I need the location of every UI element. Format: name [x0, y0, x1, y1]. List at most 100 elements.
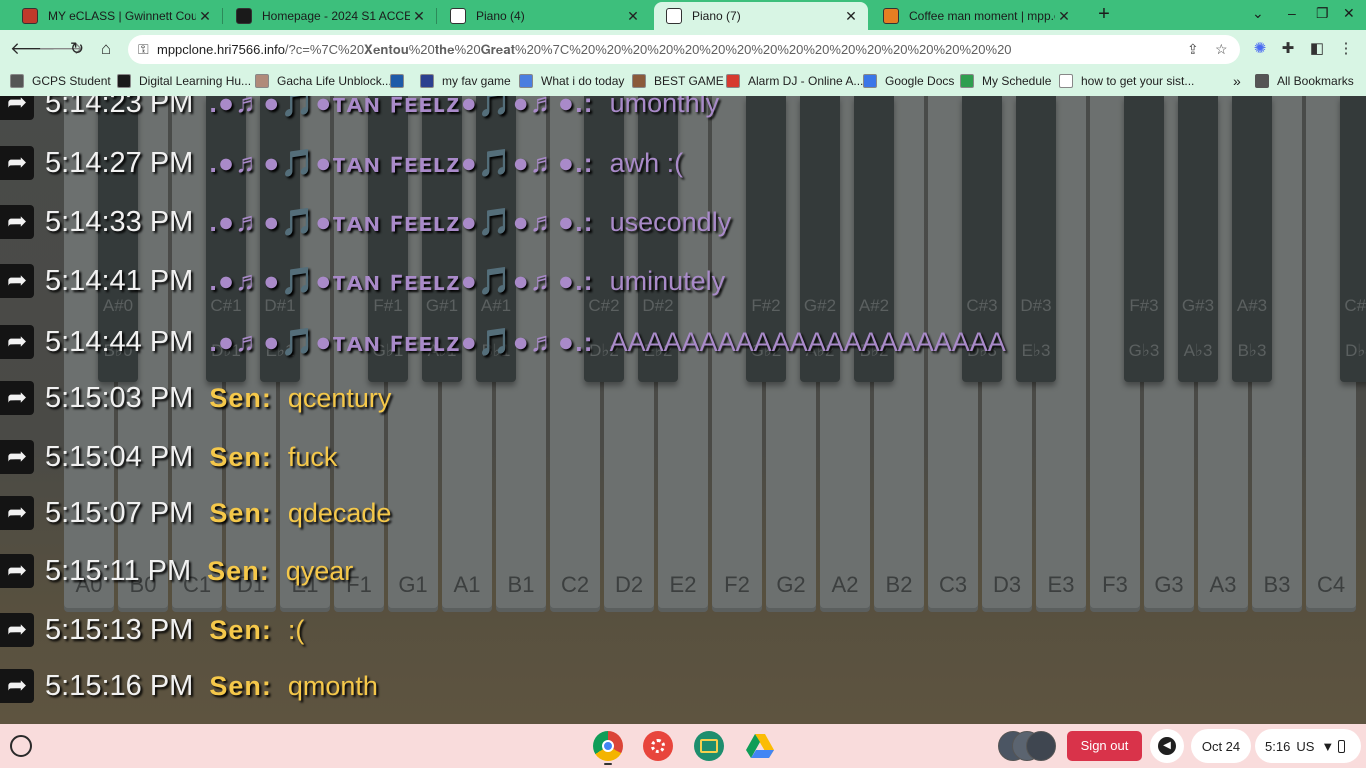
message-text: qyear: [285, 555, 354, 586]
bookmark-favicon-icon: [960, 74, 974, 88]
bookmark-star-icon[interactable]: ☆: [1215, 41, 1228, 58]
share-icon[interactable]: ⇪: [1187, 41, 1199, 58]
tab-2[interactable]: Homepage - 2024 S1 ACCELER✕: [224, 2, 436, 30]
message-time: 5:15:11 PM: [45, 554, 192, 587]
bookmark-favicon-icon: [10, 74, 24, 88]
tab-5[interactable]: Coffee man moment | mpp.com✕: [871, 2, 1081, 30]
reply-arrow-icon[interactable]: ➦: [0, 96, 34, 120]
forward-icon[interactable]: 🡒: [38, 39, 84, 59]
bookmarks-overflow-icon[interactable]: »: [1233, 73, 1241, 89]
tab-separator: [222, 8, 223, 24]
message-text: AAAAAAAAAAAAAAAAAAAAAA: [609, 326, 1006, 357]
bookmark-item[interactable]: GCPS Student: [10, 73, 111, 89]
tab-close-icon[interactable]: ✕: [196, 8, 214, 25]
tab-4[interactable]: Piano (7) ✕: [654, 2, 868, 30]
tab-title: Piano (4): [476, 9, 525, 23]
bookmark-item[interactable]: Google Docs: [863, 73, 954, 89]
date-text: Oct 24: [1201, 738, 1241, 754]
reply-arrow-icon[interactable]: ➦: [0, 669, 34, 703]
message-text: qmonth: [287, 670, 378, 701]
bookmark-item[interactable]: Gacha Life Unblock...: [255, 73, 392, 89]
menu-kebab-icon[interactable]: ⋮: [1337, 40, 1355, 58]
side-panel-icon[interactable]: ◧: [1308, 40, 1326, 58]
classroom-icon[interactable]: [694, 731, 724, 761]
drive-icon[interactable]: [745, 731, 775, 761]
sign-out-button[interactable]: Sign out: [1067, 731, 1142, 761]
reply-arrow-icon[interactable]: ➦: [0, 325, 34, 359]
launcher-icon[interactable]: [10, 735, 32, 757]
bookmark-label: Gacha Life Unblock...: [277, 74, 392, 88]
bookmark-item[interactable]: how to get your sist...: [1059, 73, 1194, 89]
reply-arrow-icon[interactable]: ➦: [0, 554, 34, 588]
bookmark-item[interactable]: Alarm DJ - Online A...: [726, 73, 863, 89]
reply-arrow-icon[interactable]: ➦: [0, 264, 34, 298]
bookmark-item[interactable]: My Schedule: [960, 73, 1051, 89]
tab-favicon-icon: [236, 8, 252, 24]
message-author[interactable]: Sen:: [207, 556, 270, 587]
active-app-indicator: [604, 763, 612, 765]
restore-icon[interactable]: ❐: [1316, 5, 1329, 22]
bookmark-item[interactable]: my fav game: [420, 73, 511, 89]
wifi-icon: ▼: [1321, 738, 1335, 754]
message-author[interactable]: .●♬●🎵●ᴛᴀɴ ꜰᴇᴇʟᴢ●🎵●♬●.:: [209, 206, 593, 238]
reply-arrow-icon[interactable]: ➦: [0, 146, 34, 180]
bookmark-favicon-icon: [390, 74, 404, 88]
tab-close-icon[interactable]: ✕: [1055, 8, 1073, 25]
message-author[interactable]: .●♬●🎵●ᴛᴀɴ ꜰᴇᴇʟᴢ●🎵●♬●.:: [209, 96, 593, 119]
all-bookmarks[interactable]: All Bookmarks: [1255, 73, 1354, 89]
bookmark-item[interactable]: BEST GAME: [632, 73, 724, 89]
new-tab-button[interactable]: +: [1094, 4, 1114, 24]
bookmark-label: how to get your sist...: [1081, 74, 1195, 88]
site-info-icon[interactable]: ⚿: [138, 41, 149, 58]
message-time: 5:14:33 PM: [45, 205, 194, 238]
close-window-icon[interactable]: ✕: [1343, 5, 1355, 22]
bookmark-item[interactable]: Digital Learning Hu...: [117, 73, 251, 89]
tab-1[interactable]: MY eCLASS | Gwinnett County P✕: [10, 2, 222, 30]
tab-favicon-icon: [22, 8, 38, 24]
chat-message: ➦ 5:14:41 PM .●♬●🎵●ᴛᴀɴ ꜰᴇᴇʟᴢ●🎵●♬●.: uminute…: [0, 263, 725, 299]
minimize-icon[interactable]: –: [1288, 5, 1296, 21]
message-author[interactable]: .●♬●🎵●ᴛᴀɴ ꜰᴇᴇʟᴢ●🎵●♬●.:: [209, 265, 593, 297]
mute-icon[interactable]: ◀: [1150, 729, 1184, 763]
message-author[interactable]: Sen:: [209, 383, 272, 414]
reply-arrow-icon[interactable]: ➦: [0, 205, 34, 239]
message-text: :(: [287, 614, 305, 645]
tab-title: Piano (7): [692, 9, 741, 23]
locale-text: US: [1296, 738, 1315, 754]
extensions-puzzle-icon[interactable]: ✚: [1279, 40, 1297, 58]
home-icon[interactable]: ⌂: [96, 39, 116, 59]
message-time: 5:15:16 PM: [45, 669, 194, 702]
tab-3[interactable]: Piano (4) ✕: [438, 2, 650, 30]
message-author[interactable]: Sen:: [209, 442, 272, 473]
chat-message: ➦ 5:15:07 PM Sen: qdecade: [0, 495, 391, 531]
message-author[interactable]: .●♬●🎵●ᴛᴀɴ ꜰᴇᴇʟᴢ●🎵●♬●.:: [209, 326, 593, 358]
tab-search-icon[interactable]: ⌄: [1252, 5, 1264, 22]
back-icon[interactable]: 🡐: [10, 39, 56, 59]
bookmark-label: Alarm DJ - Online A...: [748, 74, 864, 88]
address-url[interactable]: mppclone.hri7566.info/?c=%7C%20𝐗𝐞𝐧𝐭𝐨𝐮%20…: [157, 42, 1012, 58]
message-author[interactable]: .●♬●🎵●ᴛᴀɴ ꜰᴇᴇʟᴢ●🎵●♬●.:: [209, 147, 593, 179]
bookmark-favicon-icon: [117, 74, 131, 88]
message-time: 5:14:41 PM: [45, 264, 194, 297]
paint-icon[interactable]: [643, 731, 673, 761]
bookmark-item[interactable]: [390, 73, 412, 89]
reply-arrow-icon[interactable]: ➦: [0, 440, 34, 474]
message-author[interactable]: Sen:: [209, 671, 272, 702]
tab-close-icon[interactable]: ✕: [624, 8, 642, 25]
clock-text: 5:16: [1265, 738, 1291, 754]
date-pill[interactable]: Oct 24: [1191, 729, 1251, 763]
reply-arrow-icon[interactable]: ➦: [0, 496, 34, 530]
reply-arrow-icon[interactable]: ➦: [0, 613, 34, 647]
tab-close-icon[interactable]: ✕: [410, 8, 428, 25]
status-tray[interactable]: 5:16 US ▼: [1255, 729, 1361, 763]
tab-close-icon[interactable]: ✕: [842, 8, 860, 25]
page-content: A0 B0 C1 D1 E1 F1 G1 A1 B1 C2 D2 E2 F2 G2 A2 B2 C3 D3 E3 F3…: [0, 96, 1366, 724]
message-author[interactable]: Sen:: [209, 498, 272, 529]
bookmark-item[interactable]: What i do today: [519, 73, 624, 89]
chrome-icon[interactable]: [593, 731, 623, 761]
reply-arrow-icon[interactable]: ➦: [0, 381, 34, 415]
extension-gear-icon[interactable]: ✺: [1251, 40, 1269, 58]
account-avatars[interactable]: [998, 731, 1058, 761]
message-author[interactable]: Sen:: [209, 615, 272, 646]
reload-icon[interactable]: ↻: [67, 39, 87, 59]
